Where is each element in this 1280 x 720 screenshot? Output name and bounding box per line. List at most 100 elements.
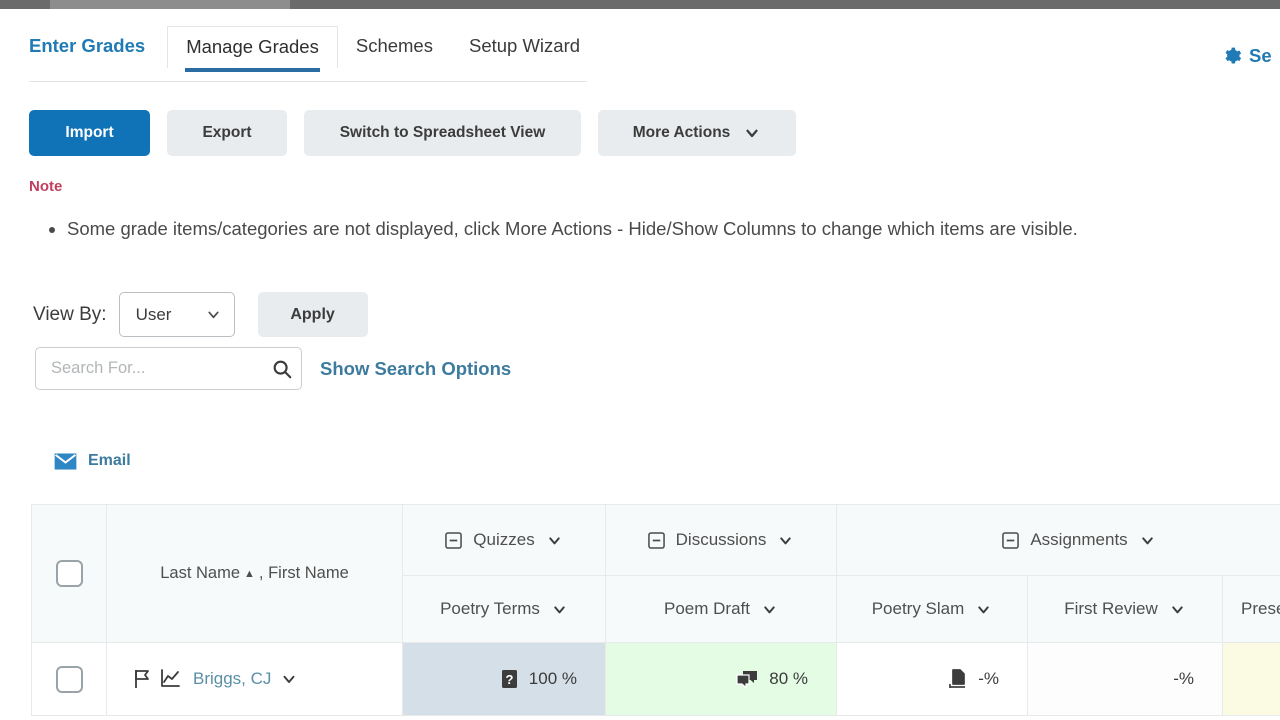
note-item: Some grade items/categories are not disp… [67,217,1274,241]
column-header-poetry-slam[interactable]: Poetry Slam [837,576,1028,643]
select-all-checkbox[interactable] [56,560,83,587]
export-button[interactable]: Export [167,110,287,156]
student-name-link[interactable]: Briggs, CJ [193,669,271,689]
name-header-inner: Last Name ▲ , First Name [107,505,402,642]
minus-box-icon[interactable] [1002,532,1019,549]
group-quizzes-inner: Quizzes [403,505,605,575]
search-input[interactable] [51,359,271,378]
apply-button[interactable]: Apply [258,292,368,337]
grade-cell-presentation[interactable] [1223,643,1280,716]
search-row: Show Search Options [35,347,511,390]
note-list: Some grade items/categories are not disp… [44,217,1274,241]
assignment-icon [948,669,967,690]
chevron-down-icon[interactable] [761,601,778,618]
grade-cell-poetry-terms[interactable]: ? 100 % [403,643,606,716]
svg-text:?: ? [505,672,513,687]
student-cell-inner: Briggs, CJ [107,643,402,715]
group-assignments-inner: Assignments [837,505,1280,575]
grade-cell-first-review-inner: -% [1028,643,1222,715]
group-discussions-label: Discussions [676,530,767,550]
group-assignments-label: Assignments [1030,530,1127,550]
name-header-cell[interactable]: Last Name ▲ , First Name [107,505,403,643]
column-poetry-terms-inner: Poetry Terms [403,576,605,642]
apply-button-label: Apply [290,306,334,324]
tab-list: Enter Grades Manage Grades Schemes Setup… [29,26,598,68]
show-search-options-link[interactable]: Show Search Options [320,358,511,380]
first-name-label: , First Name [259,564,349,583]
sort-ascending-icon: ▲ [244,568,255,580]
view-by-label: View By: [33,304,107,326]
column-poetry-terms-label: Poetry Terms [440,599,540,619]
grade-trend-chart-icon[interactable] [160,669,181,689]
tab-enter-grades[interactable]: Enter Grades [29,26,167,67]
row-select-wrap [32,643,106,715]
minus-box-icon[interactable] [648,532,665,549]
group-discussions-inner: Discussions [606,505,836,575]
grade-value-first-review: -% [1173,669,1194,689]
column-poetry-slam-label: Poetry Slam [872,599,965,619]
column-header-first-review[interactable]: First Review [1028,576,1223,643]
switch-button-label: Switch to Spreadsheet View [340,124,546,142]
switch-to-spreadsheet-view-button[interactable]: Switch to Spreadsheet View [304,110,581,156]
email-button[interactable]: Email [54,452,131,470]
import-button-label: Import [65,124,113,142]
row-checkbox[interactable] [56,666,83,693]
column-presentation-inner: Prese [1223,576,1280,642]
tab-enter-grades-label: Enter Grades [29,35,145,56]
grade-value-poetry-slam: -% [978,669,999,689]
column-first-review-inner: First Review [1028,576,1222,642]
tab-schemes[interactable]: Schemes [338,26,451,67]
grade-cell-poem-draft-inner: 80 % [606,643,836,715]
tab-manage-grades-label: Manage Grades [186,36,319,57]
column-header-poetry-terms[interactable]: Poetry Terms [403,576,606,643]
chevron-down-icon[interactable] [280,670,298,688]
settings-button[interactable]: Se [1222,45,1280,67]
settings-label: Se [1249,45,1272,67]
tab-bar-divider [29,81,587,82]
column-header-presentation[interactable]: Prese [1223,576,1280,643]
view-by-selected-value: User [136,305,172,325]
grade-cell-poetry-slam-inner: -% [837,643,1027,715]
chevron-down-icon[interactable] [551,601,568,618]
envelope-icon [54,453,77,470]
chevron-down-icon[interactable] [975,601,992,618]
chevron-down-icon[interactable] [1169,601,1186,618]
group-header-assignments[interactable]: Assignments [837,505,1280,576]
chevron-down-icon[interactable] [777,532,794,549]
column-poem-draft-label: Poem Draft [664,599,750,619]
chevron-down-icon[interactable] [546,532,563,549]
group-header-quizzes[interactable]: Quizzes [403,505,606,576]
column-header-poem-draft[interactable]: Poem Draft [606,576,837,643]
column-poem-draft-inner: Poem Draft [606,576,836,642]
import-button[interactable]: Import [29,110,150,156]
grades-table: Last Name ▲ , First Name Quizzes [31,504,1280,716]
table-row: Briggs, CJ ? 100 % [32,643,1280,716]
more-actions-button[interactable]: More Actions [598,110,796,156]
student-cell: Briggs, CJ [107,643,403,716]
export-button-label: Export [202,124,251,142]
tab-setup-wizard[interactable]: Setup Wizard [451,26,598,67]
chevron-down-icon[interactable] [1139,532,1156,549]
tab-manage-grades[interactable]: Manage Grades [167,26,338,68]
browser-tab-strip [50,0,290,9]
search-box[interactable] [35,347,302,390]
group-header-discussions[interactable]: Discussions [606,505,837,576]
grade-cell-poetry-terms-inner: ? 100 % [403,643,605,715]
grade-cell-first-review[interactable]: -% [1028,643,1223,716]
grade-cell-poem-draft[interactable]: 80 % [606,643,837,716]
view-by-select[interactable]: User [119,292,235,337]
minus-box-icon[interactable] [445,532,462,549]
last-name-label: Last Name [160,564,240,583]
grade-cell-presentation-inner [1223,643,1280,715]
column-poetry-slam-inner: Poetry Slam [837,576,1027,642]
search-icon[interactable] [271,358,293,380]
chevron-down-icon [743,124,761,142]
group-quizzes-label: Quizzes [473,530,534,550]
browser-chrome-strip [0,0,1280,9]
tab-schemes-label: Schemes [356,35,433,56]
flag-icon[interactable] [134,669,151,689]
grade-value-poetry-terms: 100 % [529,669,577,689]
chevron-down-icon [205,306,222,323]
grade-cell-poetry-slam[interactable]: -% [837,643,1028,716]
quiz-icon: ? [501,669,518,689]
